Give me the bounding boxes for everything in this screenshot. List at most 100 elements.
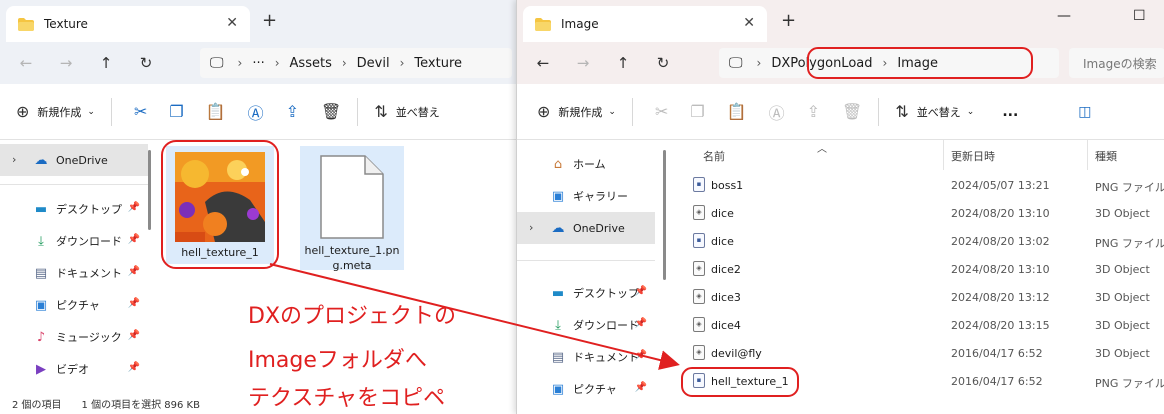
delete-icon[interactable]: 🗑 bbox=[321, 102, 341, 121]
minimize-icon[interactable]: — bbox=[1057, 8, 1071, 24]
rename-icon[interactable]: Ⓐ bbox=[248, 100, 264, 124]
back-arrow-icon[interactable]: ← bbox=[6, 54, 46, 72]
document-icon: ▤ bbox=[34, 265, 48, 281]
cut-icon[interactable]: ✂ bbox=[655, 102, 668, 121]
table-row[interactable]: ◈ dice3 2024/08/20 13:12 3D Object bbox=[693, 284, 1164, 312]
forward-arrow-icon[interactable]: → bbox=[563, 54, 603, 72]
table-row[interactable]: ▪ hell_texture_1 2016/04/17 6:52 PNG ファイル bbox=[693, 368, 1164, 396]
copy-icon[interactable]: ❐ bbox=[690, 102, 704, 121]
file-tile-hell-texture[interactable]: hell_texture_1 bbox=[166, 146, 274, 264]
sidebar-item-downloads[interactable]: ⤓ ダウンロード 📌 bbox=[517, 309, 655, 341]
paste-icon[interactable]: 📋 bbox=[206, 102, 226, 121]
breadcrumb-dxpolygonload[interactable]: DXPolygonLoad bbox=[771, 56, 872, 71]
row-name: dice3 bbox=[711, 291, 741, 304]
details-pane-icon[interactable]: ◫ bbox=[1078, 104, 1091, 120]
breadcrumb-overflow-icon[interactable]: ··· bbox=[252, 56, 264, 71]
sidebar-item-desktop[interactable]: ▬ デスクトップ 📌 bbox=[517, 277, 655, 309]
sidebar-item-label: OneDrive bbox=[573, 221, 625, 235]
table-row[interactable]: ◈ devil@fly 2016/04/17 6:52 3D Object bbox=[693, 340, 1164, 368]
navigation-pane: ⌂ ホーム ▣ ギャラリー › ☁ OneDrive ▬ デスクトップ 📌 ⤓ … bbox=[517, 140, 655, 414]
copy-icon[interactable]: ❐ bbox=[169, 102, 183, 121]
row-date: 2024/08/20 13:10 bbox=[951, 263, 1050, 276]
new-tab-icon[interactable]: + bbox=[262, 12, 277, 30]
sidebar-item-pictures[interactable]: ▣ ピクチャ 📌 bbox=[517, 373, 655, 405]
breadcrumb-assets[interactable]: Assets bbox=[290, 56, 332, 71]
refresh-icon[interactable]: ↻ bbox=[643, 54, 683, 72]
pane-scrollbar[interactable] bbox=[663, 150, 666, 280]
table-row[interactable]: ◈ dice4 2024/08/20 13:15 3D Object bbox=[693, 312, 1164, 340]
sidebar-item-home[interactable]: ⌂ ホーム bbox=[517, 148, 655, 180]
sort-button[interactable]: ⇅ 並べ替え ⌄ bbox=[895, 102, 974, 121]
pin-icon: 📌 bbox=[634, 318, 647, 329]
chevron-right-icon[interactable]: › bbox=[529, 221, 533, 234]
command-bar: ⊕ 新規作成 ⌄ ✂ ❐ 📋 Ⓐ ⇪ 🗑 ⇅ 並べ替え ⌄ ... ◫ bbox=[517, 84, 1164, 140]
search-input[interactable]: Imageの検索 bbox=[1069, 48, 1164, 78]
item-count: 2 個の項目 bbox=[12, 399, 62, 411]
rename-icon[interactable]: Ⓐ bbox=[769, 100, 785, 124]
refresh-icon[interactable]: ↻ bbox=[126, 54, 166, 72]
new-tab-icon[interactable]: + bbox=[781, 12, 796, 30]
more-options-icon[interactable]: ... bbox=[1002, 104, 1018, 120]
sidebar-item-documents[interactable]: ▤ ドキュメント 📌 bbox=[517, 341, 655, 373]
forward-arrow-icon[interactable]: → bbox=[46, 54, 86, 72]
file-name-label: hell_texture_1.png.meta bbox=[304, 244, 400, 272]
breadcrumb-devil[interactable]: Devil bbox=[357, 56, 390, 71]
column-divider[interactable] bbox=[943, 140, 944, 170]
new-button[interactable]: ⊕ 新規作成 ⌄ bbox=[537, 102, 616, 121]
paste-icon[interactable]: 📋 bbox=[727, 102, 747, 121]
sidebar-item-videos[interactable]: ▶ ビデオ 📌 bbox=[0, 353, 148, 385]
close-tab-icon[interactable]: ✕ bbox=[226, 15, 238, 31]
sidebar-item-gallery[interactable]: ▣ ギャラリー bbox=[517, 180, 655, 212]
address-bar[interactable]: 🖵 › DXPolygonLoad › Image bbox=[719, 48, 1059, 78]
file-tile-meta[interactable]: hell_texture_1.png.meta bbox=[300, 146, 404, 272]
address-bar[interactable]: 🖵 › ··· › Assets › Devil › Texture bbox=[200, 48, 512, 78]
column-date[interactable]: 更新日時 bbox=[951, 148, 995, 164]
tab-image[interactable]: Image ✕ bbox=[523, 6, 767, 42]
column-type[interactable]: 種類 bbox=[1095, 148, 1117, 164]
up-arrow-icon[interactable]: ↑ bbox=[86, 54, 126, 72]
chevron-right-icon[interactable]: › bbox=[12, 153, 16, 166]
share-icon[interactable]: ⇪ bbox=[807, 102, 820, 121]
column-divider[interactable] bbox=[1087, 140, 1088, 170]
table-row[interactable]: ▪ dice 2024/08/20 13:02 PNG ファイル bbox=[693, 228, 1164, 256]
pane-scrollbar[interactable] bbox=[148, 150, 151, 230]
new-button[interactable]: ⊕ 新規作成 ⌄ bbox=[16, 102, 95, 121]
close-tab-icon[interactable]: ✕ bbox=[743, 15, 755, 31]
maximize-icon[interactable]: ☐ bbox=[1133, 8, 1146, 24]
table-row[interactable]: ◈ dice 2024/08/20 13:10 3D Object bbox=[693, 200, 1164, 228]
row-date: 2016/04/17 6:52 bbox=[951, 347, 1043, 360]
sidebar-item-downloads[interactable]: ⤓ ダウンロード 📌 bbox=[0, 225, 148, 257]
row-name: dice bbox=[711, 235, 734, 248]
table-row[interactable]: ▪ boss1 2024/05/07 13:21 PNG ファイル bbox=[693, 172, 1164, 200]
cut-icon[interactable]: ✂ bbox=[134, 102, 147, 121]
breadcrumb-image[interactable]: Image bbox=[897, 56, 938, 71]
chevron-right-icon: › bbox=[341, 56, 347, 70]
delete-icon[interactable]: 🗑 bbox=[842, 102, 862, 121]
sidebar-divider bbox=[517, 260, 655, 261]
sidebar-item-onedrive[interactable]: › ☁ OneDrive bbox=[517, 212, 655, 244]
back-arrow-icon[interactable]: ← bbox=[523, 54, 563, 72]
chevron-right-icon: › bbox=[274, 56, 280, 70]
row-type: 3D Object bbox=[1095, 347, 1150, 360]
sidebar-item-documents[interactable]: ▤ ドキュメント 📌 bbox=[0, 257, 148, 289]
sidebar-item-pictures[interactable]: ▣ ピクチャ 📌 bbox=[0, 289, 148, 321]
pin-icon: 📌 bbox=[127, 330, 140, 341]
tab-title: Texture bbox=[44, 17, 88, 31]
row-name: hell_texture_1 bbox=[711, 375, 789, 388]
chevron-right-icon: › bbox=[399, 56, 405, 70]
row-type: PNG ファイル bbox=[1095, 181, 1164, 194]
sort-button[interactable]: ⇅ 並べ替え bbox=[374, 102, 439, 121]
tab-texture[interactable]: Texture ✕ bbox=[6, 6, 250, 42]
column-name[interactable]: 名前 bbox=[703, 148, 725, 164]
sidebar-item-music[interactable]: ♪ ミュージック 📌 bbox=[0, 321, 148, 353]
breadcrumb-texture[interactable]: Texture bbox=[414, 56, 462, 71]
up-arrow-icon[interactable]: ↑ bbox=[603, 54, 643, 72]
sidebar-item-onedrive[interactable]: › ☁ OneDrive bbox=[0, 144, 148, 176]
sidebar-item-desktop[interactable]: ▬ デスクトップ 📌 bbox=[0, 193, 148, 225]
music-icon: ♪ bbox=[36, 329, 46, 345]
share-icon[interactable]: ⇪ bbox=[286, 102, 299, 121]
toolbar-divider bbox=[631, 97, 633, 126]
table-row[interactable]: ◈ dice2 2024/08/20 13:10 3D Object bbox=[693, 256, 1164, 284]
toolbar-divider bbox=[878, 97, 880, 126]
row-name: dice4 bbox=[711, 319, 741, 332]
